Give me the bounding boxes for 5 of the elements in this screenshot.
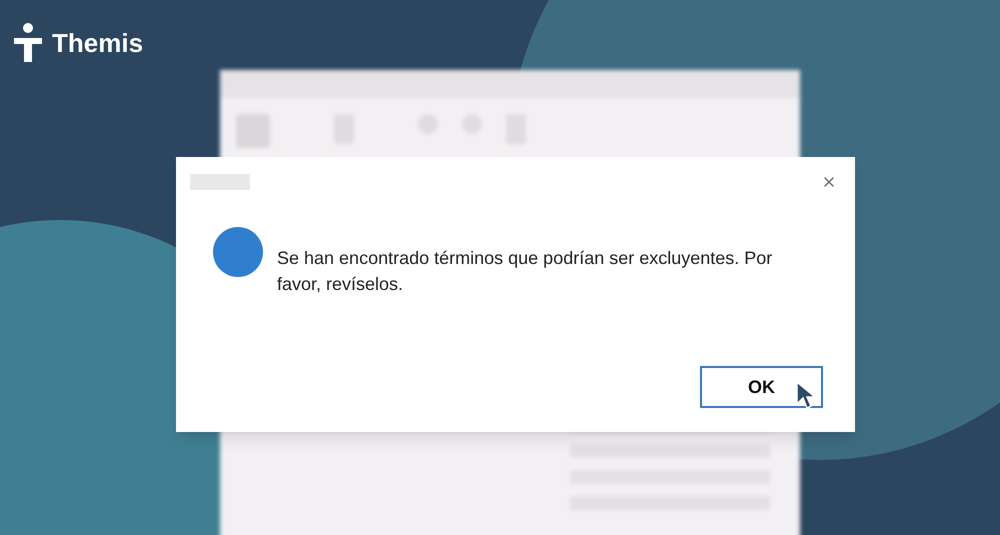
dialog-message: Se han encontrado términos que podrían ser excluyentes. Por favor, revíselos. [277,247,774,296]
logo-icon [12,22,44,64]
ok-button[interactable]: OK [700,366,823,408]
info-icon [213,227,263,277]
logo-text: Themis [52,26,144,60]
